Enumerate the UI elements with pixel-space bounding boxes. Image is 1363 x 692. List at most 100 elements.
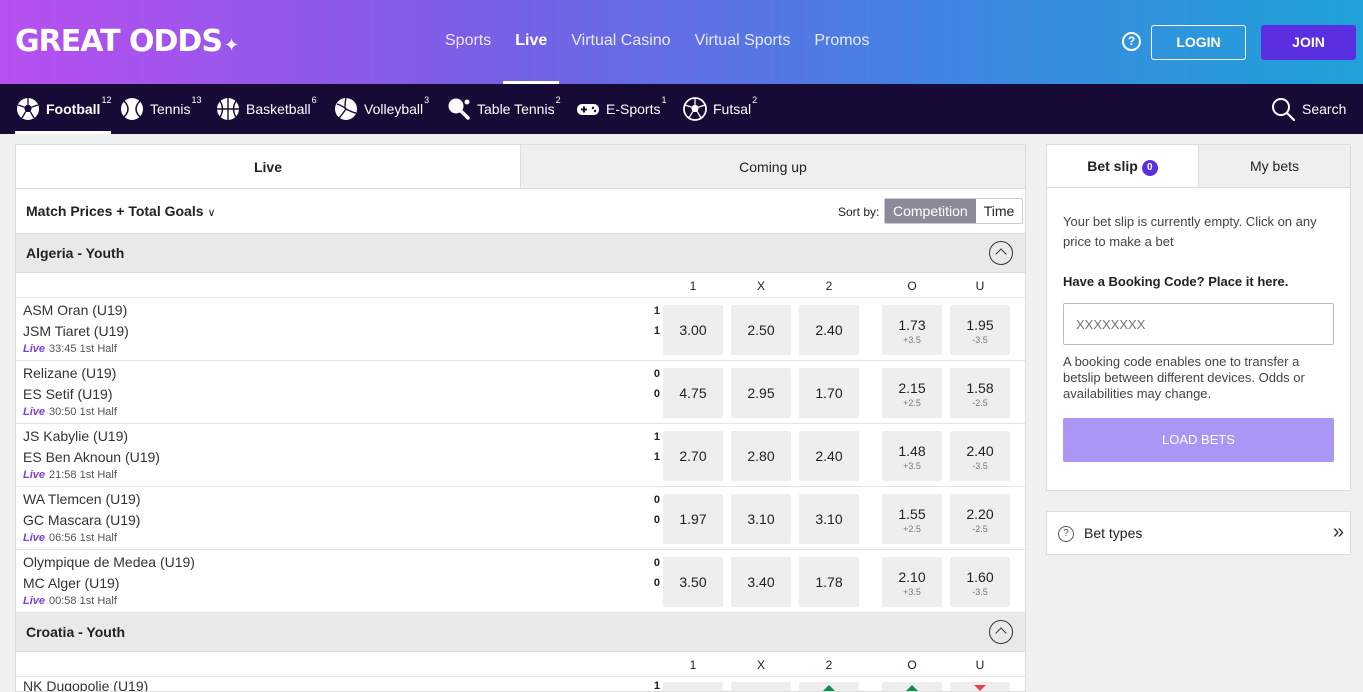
odd-value: 1.97	[679, 511, 707, 527]
collapse-icon[interactable]	[989, 241, 1013, 265]
booking-code-input[interactable]	[1063, 303, 1334, 345]
competition-header[interactable]: Croatia - Youth	[16, 613, 1025, 652]
odd-button[interactable]: 1.73 +3.5	[882, 305, 942, 355]
sport-football[interactable]: Football 12	[15, 84, 112, 134]
odd-button[interactable]: 1.97	[663, 494, 723, 544]
col-draw: X	[756, 658, 765, 672]
nav-virtual-sports[interactable]: Virtual Sports	[683, 0, 803, 84]
odd-button[interactable]: 2.40 -3.5	[950, 431, 1010, 481]
help-icon[interactable]: ?	[1122, 32, 1141, 51]
sport-label: Volleyball	[364, 101, 424, 117]
sport-tennis[interactable]: Tennis 13	[119, 84, 201, 134]
match-row[interactable]: Relizane (U19) ES Setif (U19) Live 30:50 1s…	[16, 361, 1025, 424]
odd-button[interactable]: 1.70	[799, 368, 859, 418]
competition-header[interactable]: Algeria - Youth	[16, 234, 1025, 273]
sport-count: 13	[191, 95, 202, 105]
odd-button[interactable]	[663, 682, 723, 691]
odd-button[interactable]: 2.50	[731, 305, 791, 355]
match-status: Live 33:45 1st Half	[23, 343, 117, 355]
odd-value: 3.40	[747, 574, 775, 590]
col-over: O	[907, 658, 917, 672]
odd-value: 1.73	[898, 317, 926, 333]
odd-value: 1.70	[815, 385, 843, 401]
sport-volleyball[interactable]: Volleyball 3	[333, 84, 429, 134]
odd-button[interactable]: 2.15 +2.5	[882, 368, 942, 418]
sport-count: 1	[661, 95, 667, 105]
tab-live[interactable]: Live	[16, 145, 520, 188]
odd-button[interactable]: 1.60 -3.5	[950, 557, 1010, 607]
odd-button[interactable]	[731, 682, 791, 691]
nav-virtual-casino[interactable]: Virtual Casino	[559, 0, 682, 84]
bet-types-row[interactable]: ? Bet types »	[1046, 511, 1351, 555]
odd-button[interactable]: 3.50	[663, 557, 723, 607]
sport-basketball[interactable]: Basketball 6	[215, 84, 317, 134]
tab-my-bets[interactable]: My bets	[1198, 145, 1350, 187]
odd-button[interactable]: 2.20 -2.5	[950, 494, 1010, 544]
tab-bet-slip[interactable]: Bet slip 0	[1047, 145, 1198, 187]
tab-coming-up[interactable]: Coming up	[520, 145, 1025, 188]
collapse-icon[interactable]	[989, 620, 1013, 644]
sort-time-button[interactable]: Time	[976, 199, 1023, 223]
odd-button[interactable]: 2.95	[731, 368, 791, 418]
odd-button[interactable]: 1.78	[799, 557, 859, 607]
odd-button[interactable]: 1.48 +3.5	[882, 431, 942, 481]
login-button[interactable]: LOGIN	[1151, 25, 1246, 60]
match-status: Live 30:50 1st Half	[23, 406, 117, 418]
logo[interactable]: GREAT ODDS ✦	[15, 24, 239, 59]
odd-button[interactable]: 3.40	[731, 557, 791, 607]
nav-sports[interactable]: Sports	[433, 0, 503, 84]
chevron-down-icon: ∨	[207, 207, 216, 219]
away-team: GC Mascara (U19)	[23, 512, 141, 528]
load-bets-button[interactable]: LOAD BETS	[1063, 418, 1334, 462]
sport-table-tennis[interactable]: Table Tennis 2	[446, 84, 561, 134]
col-home: 1	[689, 658, 697, 672]
odd-button[interactable]: 1.95 -3.5	[950, 305, 1010, 355]
odd-button[interactable]	[950, 682, 1010, 691]
odd-value: 4.75	[679, 385, 707, 401]
nav-live[interactable]: Live	[503, 0, 560, 84]
odd-button[interactable]: 3.10	[799, 494, 859, 544]
sport-futsal[interactable]: Futsal 2	[682, 84, 757, 134]
odds-up-icon	[906, 685, 918, 691]
odd-value: 2.40	[966, 443, 994, 459]
match-row[interactable]: WA Tlemcen (U19) GC Mascara (U19) Live 06:5…	[16, 487, 1025, 550]
odd-button[interactable]: 1.55 +2.5	[882, 494, 942, 544]
join-button[interactable]: JOIN	[1261, 25, 1356, 60]
odd-button[interactable]: 2.40	[799, 305, 859, 355]
odd-button[interactable]: 3.00	[663, 305, 723, 355]
match-row[interactable]: JS Kabylie (U19) ES Ben Aknoun (U19) Live 2…	[16, 424, 1025, 487]
match-row[interactable]: ASM Oran (U19) JSM Tiaret (U19) Live 33:45 …	[16, 298, 1025, 361]
odd-button[interactable]	[882, 682, 942, 691]
search-button[interactable]: Search	[1270, 94, 1346, 124]
sport-esports[interactable]: E-Sports 1	[575, 84, 666, 134]
odd-button[interactable]: 2.80	[731, 431, 791, 481]
match-time: 00:58 1st Half	[49, 595, 117, 607]
odd-line: +2.5	[903, 524, 921, 534]
sort-label: Sort by:	[838, 205, 880, 219]
odd-button[interactable]	[799, 682, 859, 691]
sport-count: 3	[424, 95, 430, 105]
double-chevron-right-icon: »	[1332, 521, 1344, 543]
odd-button[interactable]: 2.40	[799, 431, 859, 481]
col-over: O	[907, 279, 917, 293]
odd-value: 1.58	[966, 380, 994, 396]
match-row[interactable]: Olympique de Medea (U19) MC Alger (U19) Li…	[16, 550, 1025, 613]
volleyball-icon	[335, 97, 357, 120]
sort-competition-button[interactable]: Competition	[885, 199, 976, 223]
odd-button[interactable]: 1.58 -2.5	[950, 368, 1010, 418]
match-row[interactable]: NK Dugopolje (U19) 1	[16, 677, 1025, 691]
odd-line: -3.5	[972, 335, 988, 345]
odd-button[interactable]: 2.70	[663, 431, 723, 481]
market-selector[interactable]: Match Prices + Total Goals ∨	[26, 203, 216, 219]
home-team: ASM Oran (U19)	[23, 302, 128, 318]
nav-promos[interactable]: Promos	[802, 0, 881, 84]
odd-value: 2.50	[747, 322, 775, 338]
col-away: 2	[825, 658, 833, 672]
away-team: ES Ben Aknoun (U19)	[23, 449, 160, 465]
home-score: 1	[653, 431, 660, 443]
odd-button[interactable]: 4.75	[663, 368, 723, 418]
odd-button[interactable]: 2.10 +3.5	[882, 557, 942, 607]
away-score: 0	[653, 514, 660, 526]
odd-button[interactable]: 3.10	[731, 494, 791, 544]
gamepad-icon	[577, 104, 599, 115]
